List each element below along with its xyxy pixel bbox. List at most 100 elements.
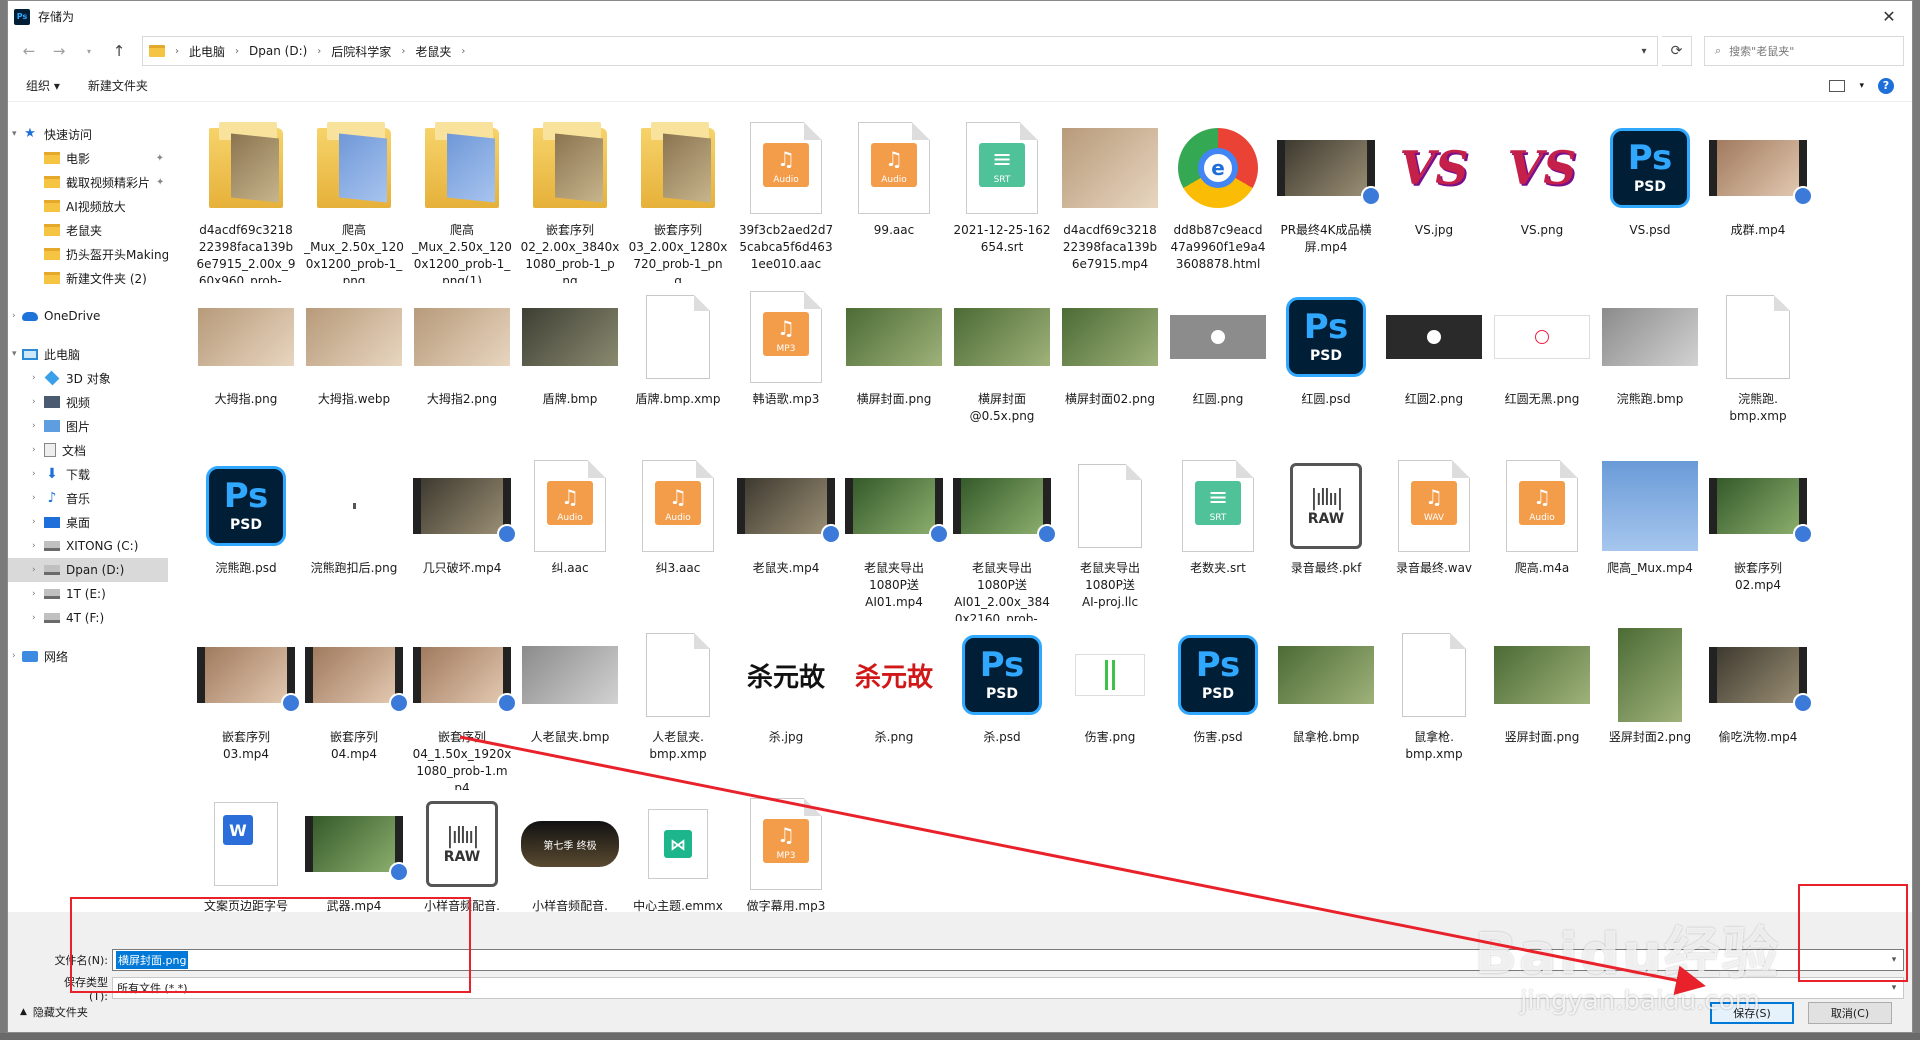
file-item[interactable]: 横屏封面.png — [840, 283, 948, 452]
file-item[interactable]: 嵌套序列 04.mp4 — [300, 621, 409, 790]
sidebar-item[interactable]: 新建文件夹 (2) — [8, 266, 168, 290]
file-item[interactable]: Audio 99.aac — [840, 114, 948, 283]
file-item[interactable]: 老鼠夹导出 1080P送 AI01_2.00x_384 0x2160_prob-... — [948, 452, 1057, 621]
file-item[interactable]: Audio 纠.aac — [516, 452, 624, 621]
sidebar-item[interactable]: › 桌面 — [8, 510, 168, 534]
new-folder-button[interactable]: 新建文件夹 — [88, 77, 148, 94]
file-item[interactable]: 老鼠夹导出 1080P送 AI01.mp4 — [840, 452, 949, 621]
file-item[interactable]: 嵌套序列 03_2.00x_1280x 720_prob-1_pn g — [624, 114, 732, 283]
file-item[interactable]: 几只破坏.mp4 — [408, 452, 517, 621]
file-item[interactable]: 成群.mp4 — [1704, 114, 1813, 283]
chevron-right-icon[interactable]: › — [32, 589, 36, 599]
file-list[interactable]: d4acdf69c3218 22398faca139b 6e7915_2.00x_9… — [168, 104, 1912, 912]
file-item[interactable]: 嵌套序列 02.mp4 — [1704, 452, 1813, 621]
sidebar-item[interactable]: › 图片 — [8, 414, 168, 438]
file-item[interactable]: Audio 39f3cb2aed2d75cabca5f6d4631ee010.aa… — [732, 114, 840, 283]
breadcrumb-backyard-scientist[interactable]: 后院科学家 — [331, 43, 391, 60]
sidebar-item[interactable]: AI视频放大 — [8, 194, 168, 218]
file-item[interactable]: 爬高 _Mux_2.50x_120 0x1200_prob-1_ png(1) — [408, 114, 516, 283]
file-item[interactable]: 大拇指2.png — [408, 283, 516, 452]
breadcrumb-this-pc[interactable]: 此电脑 — [189, 43, 225, 60]
chevron-right-icon[interactable]: › — [32, 469, 36, 479]
sidebar-item[interactable]: 扔头盔开头Making — [8, 242, 168, 266]
file-item[interactable]: 老鼠夹导出 1080P送 AI-proj.llc — [1056, 452, 1164, 621]
file-item[interactable]: 嵌套序列 04_1.50x_1920x 1080_prob-1.m p4 — [408, 621, 517, 790]
chevron-right-icon[interactable]: › — [32, 565, 36, 575]
file-item[interactable]: 大拇指.webp — [300, 283, 408, 452]
file-item[interactable]: W文案页边距字号格式模板.docx — [192, 790, 300, 912]
chevron-right-icon[interactable]: › — [32, 373, 36, 383]
navigation-pane[interactable]: ▾ ★ 快速访问 电影 ✦ 截取视频精彩片 ✦ AI视频放大 老鼠夹 扔头盔开头Making… — [8, 104, 168, 912]
file-item[interactable]: Ps PSD VS.psd — [1596, 114, 1704, 283]
file-item[interactable]: Ps PSD 杀.psd — [948, 621, 1056, 790]
file-item[interactable]: 横屏封面 @0.5x.png — [948, 283, 1056, 452]
sidebar-item-network[interactable]: › 网络 — [8, 644, 168, 668]
refresh-button[interactable]: ⟳ — [1662, 36, 1692, 66]
file-item[interactable]: |ıllıı| RAW 录音最终.pkf — [1272, 452, 1380, 621]
sidebar-item-this-pc[interactable]: ▾ 此电脑 — [8, 342, 168, 366]
file-item[interactable]: Ps PSD 伤害.psd — [1164, 621, 1272, 790]
chevron-down-icon[interactable]: ▾ — [1885, 983, 1903, 993]
chevron-down-icon[interactable]: ▾ — [1631, 37, 1657, 65]
file-item[interactable]: 爬高 _Mux_2.50x_120 0x1200_prob-1_ png — [300, 114, 408, 283]
chevron-right-icon[interactable]: › — [32, 613, 36, 623]
chevron-right-icon[interactable]: › — [32, 493, 36, 503]
sidebar-item[interactable]: 老鼠夹 — [8, 218, 168, 242]
file-item[interactable]: 竖屏封面2.png — [1596, 621, 1704, 790]
file-item[interactable]: 横屏封面02.png — [1056, 283, 1164, 452]
chevron-right-icon[interactable]: › — [32, 541, 36, 551]
file-item[interactable]: 红圆无黑.png — [1488, 283, 1596, 452]
address-bar[interactable]: › 此电脑 › Dpan (D:) › 后院科学家 › 老鼠夹 › ▾ — [142, 36, 1658, 66]
file-item[interactable]: 爬高_Mux.mp4 — [1596, 452, 1704, 621]
sidebar-item[interactable]: › ♪ 音乐 — [8, 486, 168, 510]
file-item[interactable]: 浣熊跑.bmp — [1596, 283, 1704, 452]
file-item[interactable]: Audio 爬高.m4a — [1488, 452, 1596, 621]
sidebar-item-onedrive[interactable]: › OneDrive — [8, 304, 168, 328]
file-item[interactable]: Ps PSD 红圆.psd — [1272, 283, 1380, 452]
sidebar-item[interactable]: › XITONG (C:) — [8, 534, 168, 558]
file-item[interactable]: VS VS.png — [1488, 114, 1596, 283]
file-item[interactable]: 杀元故 杀.png — [840, 621, 948, 790]
cancel-button[interactable]: 取消(C) — [1808, 1002, 1892, 1024]
file-item[interactable]: 第七季 终极小样音频配音.wav — [516, 790, 624, 912]
file-item[interactable]: WAV 录音最终.wav — [1380, 452, 1488, 621]
file-item[interactable]: 浣熊跑. bmp.xmp — [1704, 283, 1812, 452]
file-item[interactable]: 鼠拿枪. bmp.xmp — [1380, 621, 1488, 790]
breadcrumb-dpan[interactable]: Dpan (D:) — [249, 44, 307, 58]
file-item[interactable]: 人老鼠夹.bmp — [516, 621, 624, 790]
sidebar-item[interactable]: › 3D 对象 — [8, 366, 168, 390]
up-button[interactable]: ↑ — [106, 38, 132, 64]
sidebar-item[interactable]: › ⬇ 下载 — [8, 462, 168, 486]
file-item[interactable]: d4acdf69c3218 22398faca139b 6e7915_2.00x_9… — [192, 114, 300, 283]
chevron-right-icon[interactable]: › — [32, 397, 36, 407]
file-item[interactable]: 浣熊跑扣后.png — [300, 452, 408, 621]
forward-button[interactable]: → — [46, 38, 72, 64]
file-item[interactable]: Ps PSD 浣熊跑.psd — [192, 452, 300, 621]
file-item[interactable]: |ıllıı|RAW小样音频配音.pkf — [408, 790, 516, 912]
chevron-right-icon[interactable]: › — [12, 651, 16, 661]
file-item[interactable]: 偷吃洗物.mp4 — [1704, 621, 1813, 790]
back-button[interactable]: ← — [16, 38, 42, 64]
chevron-right-icon[interactable]: › — [32, 445, 36, 455]
sidebar-item[interactable]: 截取视频精彩片 ✦ — [8, 170, 168, 194]
hide-folders-toggle[interactable]: ▲ 隐藏文件夹 — [20, 1004, 88, 1020]
file-item[interactable]: ⋈ 中心主题.emmx — [624, 790, 732, 912]
file-item[interactable]: Audio 纠3.aac — [624, 452, 732, 621]
file-item[interactable]: 红圆.png — [1164, 283, 1272, 452]
chevron-down-icon[interactable]: ▾ — [12, 129, 17, 139]
file-item[interactable]: 盾牌.bmp.xmp — [624, 283, 732, 452]
file-item[interactable]: SRT 老数夹.srt — [1164, 452, 1272, 621]
view-options-icon[interactable] — [1829, 79, 1846, 92]
file-item[interactable]: 伤害.png — [1056, 621, 1164, 790]
file-item[interactable]: e dd8b87c9eacd 47a9960f1e9a4 3608878.html — [1164, 114, 1272, 283]
sidebar-item[interactable]: › 文档 — [8, 438, 168, 462]
close-icon[interactable]: ✕ — [1866, 1, 1912, 32]
chevron-down-icon[interactable]: ▾ — [12, 349, 17, 359]
sidebar-item[interactable]: › Dpan (D:) — [8, 558, 168, 582]
organize-button[interactable]: 组织 ▾ — [26, 77, 60, 94]
sidebar-item[interactable]: 电影 ✦ — [8, 146, 168, 170]
file-item[interactable]: 红圆2.png — [1380, 283, 1488, 452]
chevron-right-icon[interactable]: › — [32, 421, 36, 431]
file-item[interactable]: SRT 2021-12-25-162654.srt — [948, 114, 1056, 283]
sidebar-item[interactable]: › 1T (E:) — [8, 582, 168, 606]
